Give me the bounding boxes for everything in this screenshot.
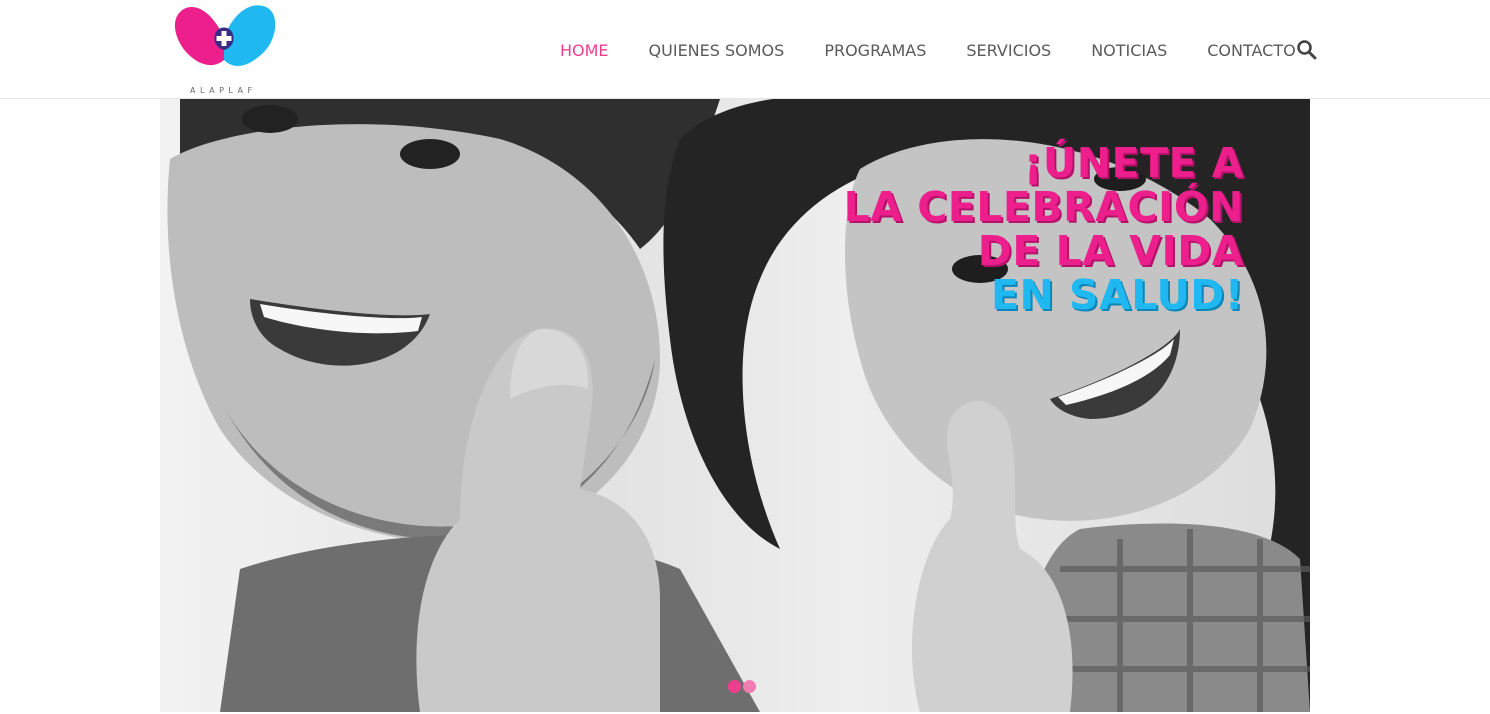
nav-servicios[interactable]: SERVICIOS bbox=[966, 41, 1051, 60]
headline-line-1: ¡ÚNETE A bbox=[1023, 139, 1244, 187]
slider-pagination bbox=[728, 680, 756, 693]
search-icon bbox=[1297, 40, 1317, 60]
nav-programas[interactable]: PROGRAMAS bbox=[824, 41, 926, 60]
hero-slider: ¡ÚNETE A LA CELEBRACIÓN DE LA VIDA EN SA… bbox=[160, 99, 1310, 712]
butterfly-logo-icon bbox=[174, 5, 276, 66]
slider-dot-1[interactable] bbox=[728, 680, 741, 693]
logo-text: ALAPLAF bbox=[190, 86, 257, 95]
main-nav: HOME QUIENES SOMOS PROGRAMAS SERVICIOS N… bbox=[560, 39, 1336, 61]
alaplaf-logo[interactable]: ALAPLAF bbox=[172, 2, 282, 98]
headline-line-4: EN SALUD! bbox=[990, 271, 1244, 319]
nav-noticias[interactable]: NOTICIAS bbox=[1091, 41, 1167, 60]
nav-home[interactable]: HOME bbox=[560, 41, 609, 60]
headline-line-3: DE LA VIDA bbox=[977, 227, 1244, 275]
slider-dot-2[interactable] bbox=[743, 680, 756, 693]
nav-quienes-somos[interactable]: QUIENES SOMOS bbox=[649, 41, 785, 60]
hero-headline: ¡ÚNETE A LA CELEBRACIÓN DE LA VIDA EN SA… bbox=[844, 141, 1244, 317]
headline-line-2: LA CELEBRACIÓN bbox=[843, 183, 1244, 231]
site-header: ALAPLAF HOME QUIENES SOMOS PROGRAMAS SER… bbox=[0, 0, 1490, 99]
nav-contacto[interactable]: CONTACTO bbox=[1207, 41, 1295, 60]
search-button[interactable] bbox=[1296, 39, 1318, 61]
